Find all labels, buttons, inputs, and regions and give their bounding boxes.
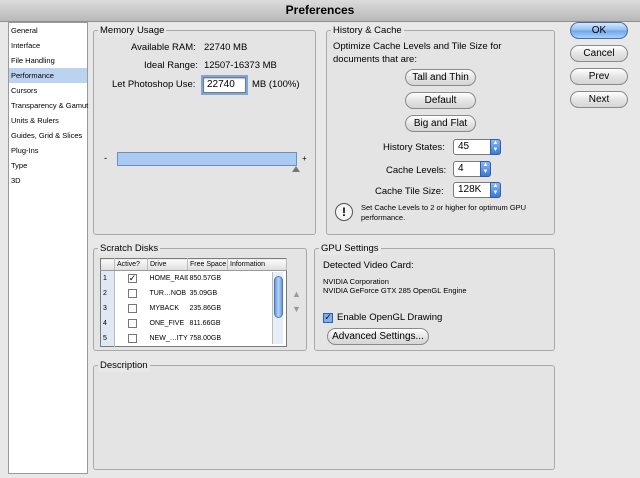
cache-optimize-description: Optimize Cache Levels and Tile Size for … [333,41,502,65]
cache-levels-label: Cache Levels: [386,165,447,176]
sidebar-item-interface[interactable]: Interface [9,38,87,53]
sidebar-item-type[interactable]: Type [9,158,87,173]
free-space: 811.66GB [189,320,221,327]
drive-name: NEW_…ITY [149,335,188,342]
slider-max-label: + [302,154,307,163]
table-row[interactable]: 1 ✓ HOME_RAID 850.57GB [100,270,287,286]
move-up-icon[interactable]: ▲ [292,289,301,299]
drive-name: HOME_RAID [149,275,188,282]
chevron-updown-icon: ▲ ▼ [480,161,491,177]
history-states-label: History States: [383,142,445,153]
row-number: 1 [100,270,115,286]
preferences-sidebar: General Interface File Handling Performa… [8,22,88,474]
chevron-updown-icon: ▲ ▼ [490,139,501,155]
slider-min-label: - [104,153,108,164]
memory-slider-thumb[interactable] [292,166,300,172]
sidebar-item-transparency-gamut[interactable]: Transparency & Gamut [9,98,88,113]
free-space: 235.86GB [189,305,222,312]
cancel-button[interactable]: Cancel [570,45,628,62]
default-cache-button[interactable]: Default [405,92,476,109]
next-button[interactable]: Next [570,91,628,108]
active-checkbox[interactable] [127,318,137,328]
sidebar-item-general[interactable]: General [9,23,87,38]
history-states-select[interactable]: 45 ▲ ▼ [453,139,501,155]
table-row[interactable]: 4 ONE_FIVE 811.66GB [100,316,287,331]
active-checkbox[interactable]: ✓ [127,273,137,283]
memory-amount-input[interactable]: 22740 [201,75,248,95]
memory-slider[interactable] [117,152,297,166]
active-checkbox[interactable] [127,303,137,313]
warning-icon: ! [335,203,353,221]
advanced-settings-button[interactable]: Advanced Settings... [327,328,429,345]
row-number: 3 [100,301,115,316]
active-checkbox[interactable] [127,333,137,343]
tall-and-thin-button[interactable]: Tall and Thin [405,69,476,86]
let-photoshop-use-label: Let Photoshop Use: [112,79,196,90]
ideal-range-value: 12507-16373 MB [204,60,277,71]
gpu-cache-note: Set Cache Levels to 2 or higher for opti… [361,203,527,222]
column-header-free-space[interactable]: Free Space [187,258,228,271]
table-row[interactable]: 3 MYBACK 235.86GB [100,301,287,316]
active-checkbox[interactable] [127,288,137,298]
sidebar-item-units-rulers[interactable]: Units & Rulers [9,113,87,128]
opengl-checkbox[interactable]: ✓ [323,313,333,323]
available-ram-label: Available RAM: [131,42,196,53]
scratch-disks-legend: Scratch Disks [98,242,161,255]
prev-button[interactable]: Prev [570,68,628,85]
table-row[interactable]: 5 NEW_…ITY 758.00GB [100,331,287,347]
drive-name: ONE_FIVE [149,320,185,327]
column-header-information[interactable]: Information [227,258,287,271]
sidebar-item-performance[interactable]: Performance [9,68,87,83]
memory-usage-legend: Memory Usage [98,24,167,37]
column-header-active[interactable]: Active? [114,258,148,271]
cache-levels-value: 4 [458,163,464,174]
gpu-card-name: NVIDIA GeForce GTX 285 OpenGL Engine [323,286,467,295]
ideal-range-label: Ideal Range: [144,60,198,71]
scrollbar-thumb[interactable] [274,276,283,318]
memory-percent-label: MB (100%) [252,79,300,90]
table-row[interactable]: 2 TUR…NOB 35.09GB [100,286,287,301]
available-ram-value: 22740 MB [204,42,248,53]
scratch-disks-table: Active? Drive Free Space Information 1 ✓… [100,258,287,347]
description-legend: Description [98,359,150,372]
scratch-disks-scrollbar[interactable] [272,272,283,344]
gpu-settings-legend: GPU Settings [319,242,381,255]
sidebar-item-file-handling[interactable]: File Handling [9,53,87,68]
move-down-icon[interactable]: ▼ [292,304,301,314]
column-header-drive[interactable]: Drive [147,258,188,271]
description-group: Description [93,359,555,470]
cache-tile-size-label: Cache Tile Size: [375,186,444,197]
sidebar-item-cursors[interactable]: Cursors [9,83,87,98]
window-title: Preferences [0,0,640,22]
cache-tile-size-value: 128K [458,184,482,195]
free-space: 850.57GB [189,275,222,282]
sidebar-item-plug-ins[interactable]: Plug-Ins [9,143,87,158]
ok-button[interactable]: OK [570,22,628,39]
drive-name: MYBACK [149,305,180,312]
chevron-updown-icon: ▲ ▼ [490,182,501,198]
sidebar-item-3d[interactable]: 3D [9,173,87,188]
history-cache-legend: History & Cache [331,24,404,37]
column-header-index [100,258,115,271]
sidebar-item-guides-grid-slices[interactable]: Guides, Grid & Slices [9,128,87,143]
detected-video-card-label: Detected Video Card: [323,260,414,271]
opengl-label: Enable OpenGL Drawing [337,312,443,323]
row-number: 2 [100,286,115,301]
drive-name: TUR…NOB [149,290,187,297]
row-number: 5 [100,331,115,347]
free-space: 758.00GB [189,335,222,342]
row-number: 4 [100,316,115,331]
big-and-flat-button[interactable]: Big and Flat [405,115,476,132]
history-states-value: 45 [458,141,470,152]
free-space: 35.09GB [189,290,218,297]
cache-tile-size-select[interactable]: 128K ▲ ▼ [453,182,501,198]
cache-levels-select[interactable]: 4 ▲ ▼ [453,161,491,177]
